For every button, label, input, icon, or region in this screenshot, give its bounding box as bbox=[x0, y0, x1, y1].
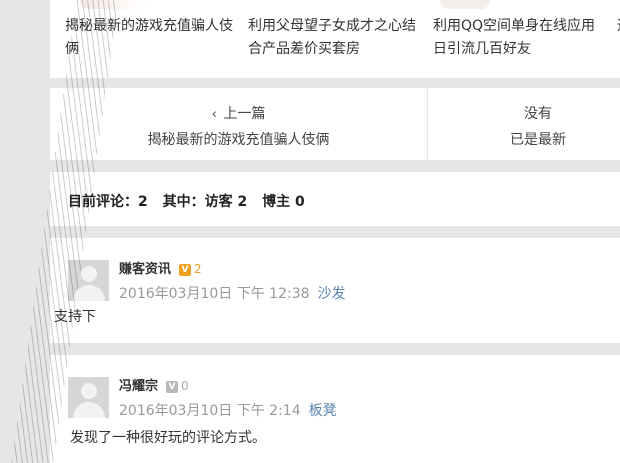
related-thumbnail-edge bbox=[80, 0, 150, 9]
next-post-label: 没有 bbox=[524, 106, 552, 122]
comment-text: 支持下 bbox=[54, 309, 96, 325]
prev-post-title: 揭秘最新的游戏充值骗人伎俩 bbox=[147, 132, 330, 148]
prev-post-link[interactable]: ‹ 上一篇 揭秘最新的游戏充值骗人伎俩 bbox=[50, 88, 427, 160]
related-thumbnail-edge bbox=[440, 0, 490, 9]
user-level: 2 bbox=[194, 262, 202, 276]
comment-floor: 板凳 bbox=[308, 403, 337, 419]
prev-post-label: 上一篇 bbox=[223, 106, 266, 122]
related-posts: 揭秘最新的游戏充值骗人伎俩 利用父母望子女成才之心结合产品差价买套房 利用QQ空… bbox=[50, 0, 620, 78]
comment-count: 目前评论：2 bbox=[68, 194, 148, 210]
comment-author[interactable]: 冯耀宗 bbox=[119, 379, 158, 394]
next-post-link[interactable]: 没有 已是最新 bbox=[428, 88, 620, 160]
blogger-count: 博主 0 bbox=[262, 194, 305, 210]
comment-item: 赚客资讯 V 2 2016年03月10日 下午 12:38 沙发 支持下 bbox=[50, 238, 620, 343]
comment-item: 冯耀宗 V 0 2016年03月10日 下午 2:14 板凳 发现了一种很好玩的评论方… bbox=[50, 355, 620, 463]
next-post-title: 已是最新 bbox=[510, 132, 566, 148]
comment-author[interactable]: 赚客资讯 bbox=[119, 262, 171, 277]
related-post-link[interactable]: 利用QQ空间单身在线应用日引流几百好友 bbox=[433, 15, 608, 61]
guest-count: 其中：访客 2 bbox=[162, 194, 248, 210]
chevron-left-icon: ‹ bbox=[211, 107, 217, 122]
avatar bbox=[68, 377, 109, 418]
comment-stats: 目前评论：2 其中：访客 2 博主 0 bbox=[50, 172, 620, 226]
vip-badge-icon: V bbox=[179, 264, 192, 276]
user-level: 0 bbox=[181, 379, 189, 393]
comment-date: 2016年03月10日 下午 2:14 bbox=[119, 403, 301, 419]
comment-text: 发现了一种很好玩的评论方式。 bbox=[70, 430, 266, 446]
related-post-link[interactable]: 揭秘最新的游戏充值骗人伎俩 bbox=[65, 15, 240, 61]
vip-badge-icon: V bbox=[166, 381, 179, 393]
comment-floor: 沙发 bbox=[317, 286, 346, 302]
comment-date: 2016年03月10日 下午 12:38 bbox=[119, 286, 310, 302]
post-navigation: ‹ 上一篇 揭秘最新的游戏充值骗人伎俩 没有 已是最新 bbox=[50, 88, 620, 160]
avatar bbox=[68, 260, 109, 301]
related-post-link[interactable]: 利用父母望子女成才之心结合产品差价买套房 bbox=[248, 15, 423, 61]
